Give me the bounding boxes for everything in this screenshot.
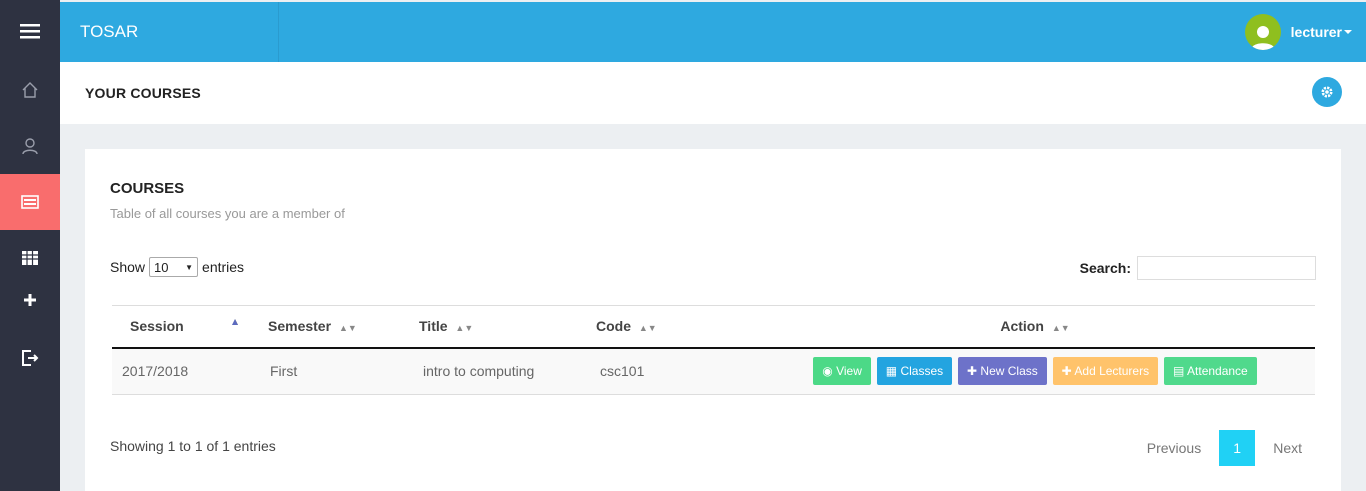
user-name: lecturer: [1290, 24, 1342, 40]
logout-icon: [22, 350, 39, 366]
attendance-button[interactable]: ▤ Attendance: [1164, 357, 1257, 386]
pagination: Previous 1 Next: [1133, 430, 1316, 466]
table-icon: [22, 251, 38, 265]
home-icon: [22, 82, 38, 98]
sidebar-item-profile[interactable]: [0, 118, 60, 174]
avatar: [1244, 14, 1281, 50]
classes-button[interactable]: ▦ Classes: [876, 357, 953, 386]
user-icon: [22, 138, 38, 155]
column-header-code[interactable]: Code ▲▼: [578, 305, 755, 349]
sort-icon: ▲▼: [638, 323, 657, 334]
search-input[interactable]: [1137, 256, 1316, 280]
new-class-button[interactable]: ✚ New Class: [958, 357, 1047, 386]
table-row: 2017/2018 First intro to computing csc10…: [112, 347, 1315, 395]
page-header: YOUR COURSES: [60, 62, 1366, 124]
cell-actions: ◉ View ▦ Classes ✚ New Class ✚ Add Lectu…: [755, 347, 1315, 395]
top-navbar: TOSAR lecturer: [60, 2, 1366, 62]
gear-icon: [1321, 86, 1333, 98]
search-control: Search:: [1080, 256, 1316, 280]
plus-icon: ✚: [967, 364, 981, 379]
previous-button[interactable]: Previous: [1133, 440, 1215, 456]
table-icon: ▦: [885, 364, 901, 379]
courses-table: Session ▲ Semester ▲ ▲▼ Title ▲▼ Code ▲▼: [112, 305, 1315, 395]
eye-icon: ◉: [822, 364, 837, 379]
menu-toggle-button[interactable]: [0, 2, 60, 60]
page-size-value: 10: [154, 259, 169, 275]
plus-icon: [24, 294, 36, 306]
cell-code: csc101: [578, 347, 755, 395]
cell-semester: First: [250, 347, 401, 395]
caret-down-icon: [1344, 30, 1352, 34]
column-header-title[interactable]: Title ▲▼: [401, 305, 578, 349]
page-title: YOUR COURSES: [85, 85, 201, 101]
list-icon: ▤: [1173, 364, 1188, 379]
sort-icon: ▲▼: [338, 323, 357, 334]
settings-button[interactable]: [1312, 77, 1342, 107]
sidebar-item-home[interactable]: [0, 62, 60, 118]
sort-icon: ▲▼: [1051, 323, 1070, 334]
show-label: Show: [110, 259, 146, 275]
search-label: Search:: [1079, 260, 1131, 276]
sidebar-item-logout[interactable]: [0, 330, 60, 386]
sort-icon: ▲: [230, 317, 240, 328]
sidebar-item-add[interactable]: [0, 272, 60, 328]
sort-icon: ▲▼: [455, 323, 474, 334]
entries-label: entries: [202, 259, 245, 275]
plus-icon: ✚: [1061, 364, 1075, 379]
cell-session: 2017/2018: [112, 347, 250, 395]
user-menu[interactable]: lecturer: [1244, 12, 1352, 52]
dropdown-arrow-icon: ▼: [185, 262, 194, 272]
sidebar-item-courses[interactable]: [0, 174, 60, 230]
courses-icon: [21, 195, 39, 209]
hamburger-icon: [20, 24, 40, 39]
column-header-action[interactable]: Action ▲▼: [755, 305, 1315, 349]
cell-title: intro to computing: [401, 347, 578, 395]
column-header-semester[interactable]: Semester ▲ ▲▼: [230, 305, 401, 349]
table-header-row: Session ▲ Semester ▲ ▲▼ Title ▲▼ Code ▲▼: [112, 305, 1315, 349]
user-avatar-icon: [1250, 26, 1275, 50]
table-info: Showing 1 to 1 of 1 entries: [110, 438, 276, 454]
card-title: COURSES: [110, 180, 185, 197]
card-subtitle: Table of all courses you are a member of: [110, 206, 345, 221]
sidebar: [0, 0, 60, 491]
add-lecturers-button[interactable]: ✚ Add Lecturers: [1052, 357, 1159, 386]
courses-card: COURSES Table of all courses you are a m…: [85, 149, 1341, 491]
entries-length-control: Show 10 ▼ entries: [110, 257, 244, 277]
brand-logo[interactable]: TOSAR: [60, 2, 279, 62]
view-button[interactable]: ◉ View: [813, 357, 871, 386]
page-button-1[interactable]: 1: [1219, 430, 1256, 466]
next-button[interactable]: Next: [1259, 440, 1316, 456]
page-size-select[interactable]: 10 ▼: [149, 257, 199, 277]
